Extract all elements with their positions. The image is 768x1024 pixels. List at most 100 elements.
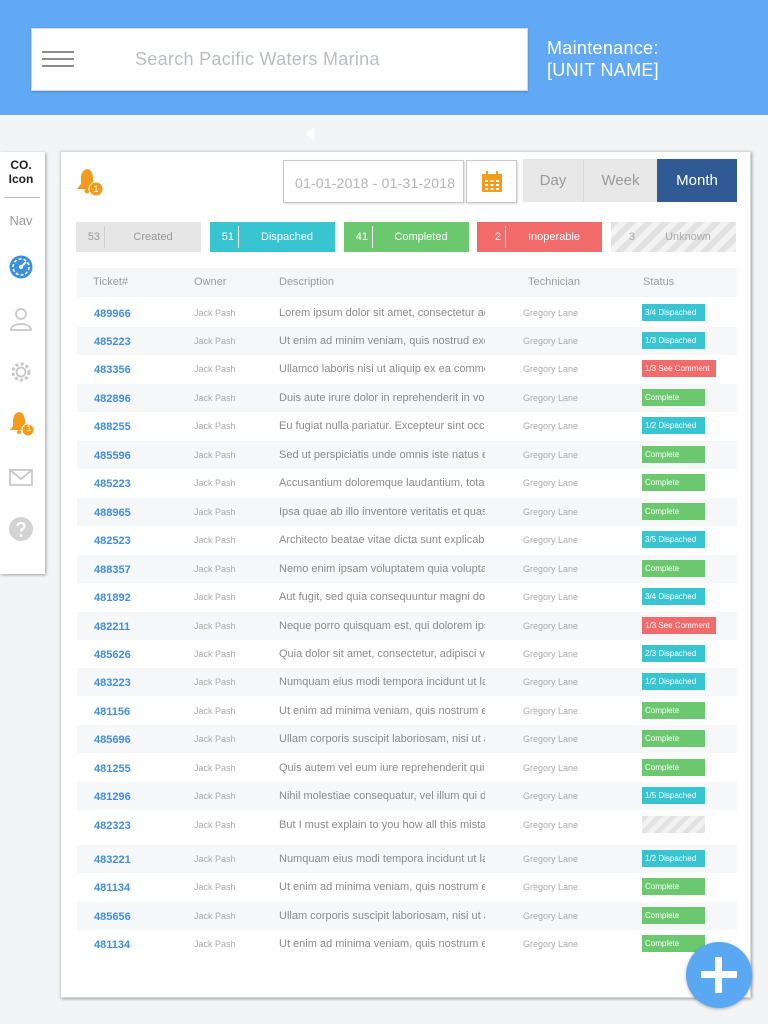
table-row[interactable]: 488255 Jack Pash Eu fugiat nulla pariatur.… bbox=[77, 412, 737, 440]
collapse-arrow-icon[interactable] bbox=[305, 127, 314, 141]
table-row[interactable]: 483223 Jack Pash Numquam eius modi tempora… bbox=[77, 668, 737, 696]
status-badge: Complete bbox=[642, 935, 705, 952]
table-row[interactable]: 489966 Jack Pash Lorem ipsum dolor sit ame… bbox=[77, 299, 737, 327]
ticket-number[interactable]: 483356 bbox=[94, 364, 131, 376]
owner-cell: Jack Pash bbox=[194, 911, 236, 921]
ticket-number[interactable]: 485223 bbox=[94, 478, 131, 490]
user-icon[interactable] bbox=[8, 306, 34, 332]
filter-label: Created bbox=[133, 231, 173, 243]
table-row[interactable]: 481255 Jack Pash Quis autem vel eum iure r… bbox=[77, 754, 737, 782]
help-icon[interactable] bbox=[8, 516, 34, 542]
technician-cell: Gregory Lane bbox=[523, 734, 579, 744]
table-row[interactable]: 482523 Jack Pash Architecto beatae vitae d… bbox=[77, 526, 737, 554]
table-row[interactable]: 485626 Jack Pash Quia dolor sit amet, cons… bbox=[77, 640, 737, 668]
technician-cell: Gregory Lane bbox=[523, 882, 579, 892]
ticket-number[interactable]: 482523 bbox=[94, 535, 131, 547]
filter-count: 3 bbox=[628, 231, 635, 243]
mail-icon[interactable] bbox=[8, 464, 34, 490]
ticket-number[interactable]: 482211 bbox=[94, 621, 130, 633]
owner-cell: Jack Pash bbox=[194, 939, 236, 949]
ticket-number[interactable]: 481255 bbox=[94, 763, 131, 775]
calendar-button[interactable] bbox=[466, 160, 517, 203]
bell-icon[interactable]: 1 bbox=[8, 410, 34, 436]
table-row[interactable]: 485656 Jack Pash Ullam corporis suscipit l… bbox=[77, 902, 737, 930]
column-header-description[interactable]: Description bbox=[279, 276, 334, 288]
technician-cell: Gregory Lane bbox=[523, 763, 579, 773]
ticket-number[interactable]: 485596 bbox=[94, 450, 131, 462]
table-row[interactable]: 482896 Jack Pash Duis aute irure dolor in … bbox=[77, 384, 737, 412]
technician-cell: Gregory Lane bbox=[523, 478, 579, 488]
filter-dispatched[interactable]: 51 Dispached bbox=[210, 222, 335, 252]
notification-badge: 1 bbox=[26, 424, 32, 433]
ticket-number[interactable]: 488965 bbox=[94, 507, 131, 519]
column-header-technician[interactable]: Technician bbox=[528, 276, 580, 288]
ticket-number[interactable]: 481296 bbox=[94, 791, 131, 803]
table-row[interactable]: 485596 Jack Pash Sed ut perspiciatis unde … bbox=[77, 441, 737, 469]
filter-unknown[interactable]: 3 Unknown bbox=[611, 222, 736, 252]
table-row[interactable]: 481156 Jack Pash Ut enim ad minima veniam,… bbox=[77, 697, 737, 725]
ticket-number[interactable]: 485696 bbox=[94, 734, 131, 746]
table-row[interactable]: 485696 Jack Pash Ullam corporis suscipit l… bbox=[77, 725, 737, 753]
menu-icon[interactable] bbox=[42, 51, 74, 69]
ticket-number[interactable]: 481156 bbox=[94, 706, 130, 718]
column-header-status[interactable]: Status bbox=[643, 276, 674, 288]
search-input[interactable]: Search Pacific Waters Marina bbox=[135, 49, 380, 70]
table-row[interactable]: 488965 Jack Pash Ipsa quae ab illo invento… bbox=[77, 498, 737, 526]
add-ticket-button[interactable] bbox=[686, 942, 752, 1008]
ticket-number[interactable]: 482896 bbox=[94, 393, 131, 405]
column-header-owner[interactable]: Owner bbox=[194, 276, 226, 288]
ticket-number[interactable]: 482323 bbox=[94, 820, 131, 832]
ticket-number[interactable]: 483221 bbox=[94, 854, 131, 866]
table-row[interactable]: 481134 Jack Pash Ut enim ad minima veniam,… bbox=[77, 930, 737, 958]
owner-cell: Jack Pash bbox=[194, 507, 236, 517]
table-row[interactable]: 483221 Jack Pash Numquam eius modi tempora… bbox=[77, 845, 737, 873]
filter-inoperable[interactable]: 2 Inoperable bbox=[477, 222, 602, 252]
table-row[interactable]: 482211 Jack Pash Neque porro quisquam est,… bbox=[77, 612, 737, 640]
ticket-number[interactable]: 481892 bbox=[94, 592, 131, 604]
technician-cell: Gregory Lane bbox=[523, 450, 579, 460]
ticket-number[interactable]: 485223 bbox=[94, 336, 131, 348]
ticket-number[interactable]: 488357 bbox=[94, 564, 131, 576]
gear-icon[interactable] bbox=[8, 359, 34, 385]
owner-cell: Jack Pash bbox=[194, 592, 236, 602]
view-day-tab[interactable]: Day bbox=[523, 159, 584, 202]
owner-cell: Jack Pash bbox=[194, 706, 236, 716]
ticket-number[interactable]: 481134 bbox=[94, 939, 130, 951]
filter-completed[interactable]: 41 Completed bbox=[344, 222, 469, 252]
notification-bell-icon[interactable]: 1 bbox=[75, 167, 107, 199]
status-badge: 2/3 Dispached bbox=[642, 645, 705, 662]
table-row[interactable]: 482323 Jack Pash But I must explain to you… bbox=[77, 811, 737, 839]
page-title: Maintenance: [UNIT NAME] bbox=[547, 37, 659, 81]
status-badge bbox=[642, 816, 705, 833]
technician-cell: Gregory Lane bbox=[523, 535, 579, 545]
description-cell: Ut enim ad minima veniam, quis nostrum e… bbox=[279, 881, 485, 893]
owner-cell: Jack Pash bbox=[194, 393, 236, 403]
ticket-number[interactable]: 483223 bbox=[94, 677, 131, 689]
search-bar[interactable]: Search Pacific Waters Marina bbox=[31, 28, 528, 91]
filter-count: 53 bbox=[87, 231, 100, 243]
ticket-number[interactable]: 485656 bbox=[94, 911, 131, 923]
table-row[interactable]: 483356 Jack Pash Ullamco laboris nisi ut a… bbox=[77, 355, 737, 383]
technician-cell: Gregory Lane bbox=[523, 364, 579, 374]
dashboard-gauge-icon[interactable] bbox=[8, 254, 34, 280]
table-row[interactable]: 481892 Jack Pash Aut fugit, sed quia conse… bbox=[77, 583, 737, 611]
table-row[interactable]: 485223 Jack Pash Accusantium doloremque la… bbox=[77, 469, 737, 497]
ticket-number[interactable]: 489966 bbox=[94, 308, 131, 320]
view-month-tab[interactable]: Month bbox=[657, 159, 737, 202]
logo-line2: Icon bbox=[8, 172, 34, 186]
ticket-number[interactable]: 488255 bbox=[94, 421, 131, 433]
table-row[interactable]: 488357 Jack Pash Nemo enim ipsam voluptate… bbox=[77, 555, 737, 583]
view-week-tab[interactable]: Week bbox=[584, 159, 657, 202]
filter-created[interactable]: 53 Created bbox=[76, 222, 201, 252]
ticket-number[interactable]: 481134 bbox=[94, 882, 130, 894]
ticket-number[interactable]: 485626 bbox=[94, 649, 131, 661]
description-cell: Quis autem vel eum iure reprehenderit qu… bbox=[279, 762, 485, 774]
column-header-ticket[interactable]: Ticket# bbox=[93, 276, 128, 288]
divider bbox=[4, 197, 40, 198]
date-range-input[interactable]: 01-01-2018 - 01-31-2018 bbox=[283, 160, 464, 203]
table-row[interactable]: 481296 Jack Pash Nihil molestiae consequat… bbox=[77, 782, 737, 810]
table-row[interactable]: 485223 Jack Pash Ut enim ad minim veniam, … bbox=[77, 327, 737, 355]
owner-cell: Jack Pash bbox=[194, 854, 236, 864]
status-badge: 1/3 See Comment bbox=[642, 617, 716, 634]
table-row[interactable]: 481134 Jack Pash Ut enim ad minima veniam,… bbox=[77, 873, 737, 901]
